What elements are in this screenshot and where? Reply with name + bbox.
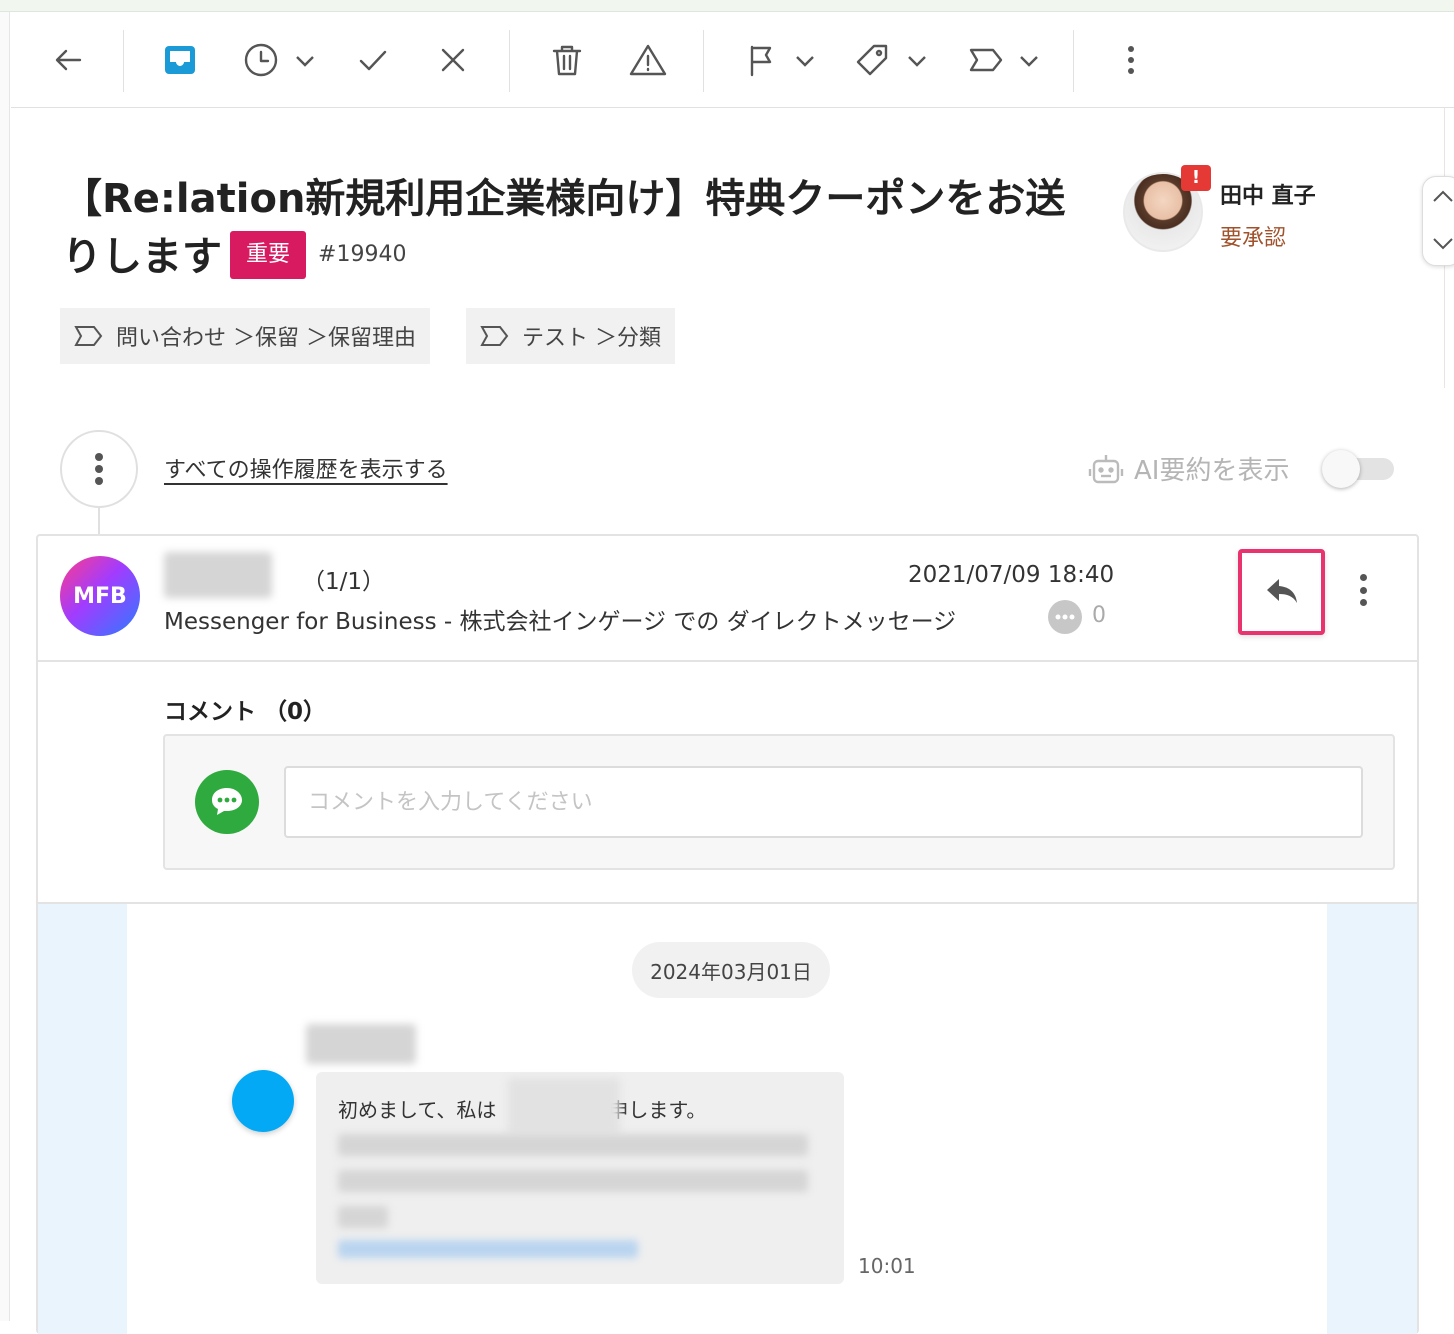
toolbar-separator xyxy=(703,30,704,92)
toolbar-separator xyxy=(1073,30,1074,92)
redacted-link[interactable] xyxy=(338,1240,638,1258)
dots-icon xyxy=(1055,614,1075,620)
label-icon xyxy=(480,326,509,346)
back-arrow-icon xyxy=(55,49,82,71)
message-count: （1/1） xyxy=(302,569,386,595)
chevron-down-icon xyxy=(908,56,926,67)
warning-icon xyxy=(629,44,667,76)
chevron-up-icon[interactable] xyxy=(1431,187,1454,207)
snooze-button[interactable] xyxy=(239,12,283,108)
comment-bubble-icon xyxy=(1048,600,1082,634)
done-button[interactable] xyxy=(351,12,395,108)
label-chip-text: テスト ＞分類 xyxy=(522,326,661,351)
more-vertical-icon xyxy=(95,453,103,485)
redacted-text-line xyxy=(338,1134,808,1156)
snooze-dropdown[interactable] xyxy=(294,12,316,108)
close-icon xyxy=(441,48,465,72)
clock-icon xyxy=(244,43,278,77)
label-chip-text: 問い合わせ ＞保留 ＞保留理由 xyxy=(116,326,416,351)
prev-next-nav xyxy=(1422,176,1454,266)
label-icon xyxy=(74,326,103,346)
chevron-down-icon[interactable] xyxy=(1431,233,1454,253)
toolbar xyxy=(11,12,1454,108)
ticket-title: 【Re:lation新規利用企業様向け】特典クーポンをお送りします xyxy=(62,176,1066,280)
chat-sender-avatar xyxy=(232,1070,294,1132)
chat-message-start: 初めまして、私は xyxy=(338,1098,497,1122)
timeline-connector xyxy=(98,508,100,536)
toolbar-separator xyxy=(123,30,124,92)
assignee-name: 田中 直子 xyxy=(1220,184,1316,209)
dot xyxy=(1359,599,1367,606)
tag-button[interactable] xyxy=(849,12,895,108)
chat-message-time: 10:01 xyxy=(858,1254,916,1278)
inbox-icon xyxy=(165,46,195,74)
chevron-down-icon xyxy=(796,56,814,67)
date-separator: 2024年03月01日 xyxy=(632,942,830,998)
label-icon xyxy=(969,48,1003,72)
flag-dropdown[interactable] xyxy=(794,12,816,108)
label-chip[interactable]: 問い合わせ ＞保留 ＞保留理由 xyxy=(60,308,430,364)
ai-summary-toggle[interactable] xyxy=(1322,450,1396,488)
message-datetime: 2021/07/09 18:40 xyxy=(908,562,1115,588)
tag-icon xyxy=(856,44,888,76)
alert-badge-icon: ! xyxy=(1181,165,1211,191)
message-more-button[interactable] xyxy=(1350,570,1376,610)
tag-dropdown[interactable] xyxy=(906,12,928,108)
reply-icon xyxy=(1266,579,1297,603)
toolbar-separator xyxy=(509,30,510,92)
more-button[interactable] xyxy=(1111,12,1151,108)
reply-button[interactable] xyxy=(1238,549,1325,635)
dot xyxy=(1359,586,1367,594)
approval-status: 要承認 xyxy=(1220,226,1287,251)
chevron-down-icon xyxy=(1020,56,1038,67)
redacted-chat-sender xyxy=(306,1024,416,1064)
ai-summary-text: AI要約を表示 xyxy=(1134,456,1290,486)
back-button[interactable] xyxy=(45,12,91,108)
comment-icon xyxy=(195,770,259,834)
channel-avatar: MFB xyxy=(60,556,140,636)
comment-count: 0 xyxy=(1092,603,1106,628)
show-history-link[interactable]: すべての操作履歴を表示する xyxy=(164,452,448,484)
comments-heading: コメント （0） xyxy=(164,699,327,725)
redacted-sender-name xyxy=(164,552,272,598)
label-button[interactable] xyxy=(963,12,1009,108)
redacted-text-line xyxy=(338,1170,808,1192)
left-edge-strip xyxy=(0,12,10,1321)
window-top-strip xyxy=(0,0,1454,12)
message-source: Messenger for Business - 株式会社インゲージ での ダイ… xyxy=(164,609,957,635)
chat-bubble-icon xyxy=(212,788,242,815)
redacted-text-line xyxy=(338,1206,388,1228)
spam-button[interactable] xyxy=(625,12,671,108)
flag-button[interactable] xyxy=(741,12,781,108)
close-button[interactable] xyxy=(431,12,475,108)
ticket-title-block: 【Re:lation新規利用企業様向け】特典クーポンをお送りします 重要 #1994… xyxy=(62,170,1102,288)
comment-input[interactable] xyxy=(284,766,1363,838)
dot xyxy=(1359,574,1367,581)
toggle-knob xyxy=(1322,450,1360,488)
flag-icon xyxy=(750,45,772,77)
label-dropdown[interactable] xyxy=(1018,12,1040,108)
ticket-number: #19940 xyxy=(318,242,407,267)
redacted-name xyxy=(508,1078,620,1134)
important-badge: 重要 xyxy=(230,231,307,279)
more-vertical-icon xyxy=(1128,46,1134,74)
check-icon xyxy=(359,50,387,71)
chat-message-end: 申します。 xyxy=(608,1098,707,1122)
history-more-button[interactable] xyxy=(60,430,138,508)
robot-icon xyxy=(1088,454,1124,483)
inbox-button[interactable] xyxy=(157,12,203,108)
delete-button[interactable] xyxy=(545,12,589,108)
trash-icon xyxy=(552,45,582,76)
chevron-down-icon xyxy=(296,56,314,67)
label-chip[interactable]: テスト ＞分類 xyxy=(466,308,675,364)
ai-summary-label: AI要約を表示 xyxy=(1088,450,1289,487)
